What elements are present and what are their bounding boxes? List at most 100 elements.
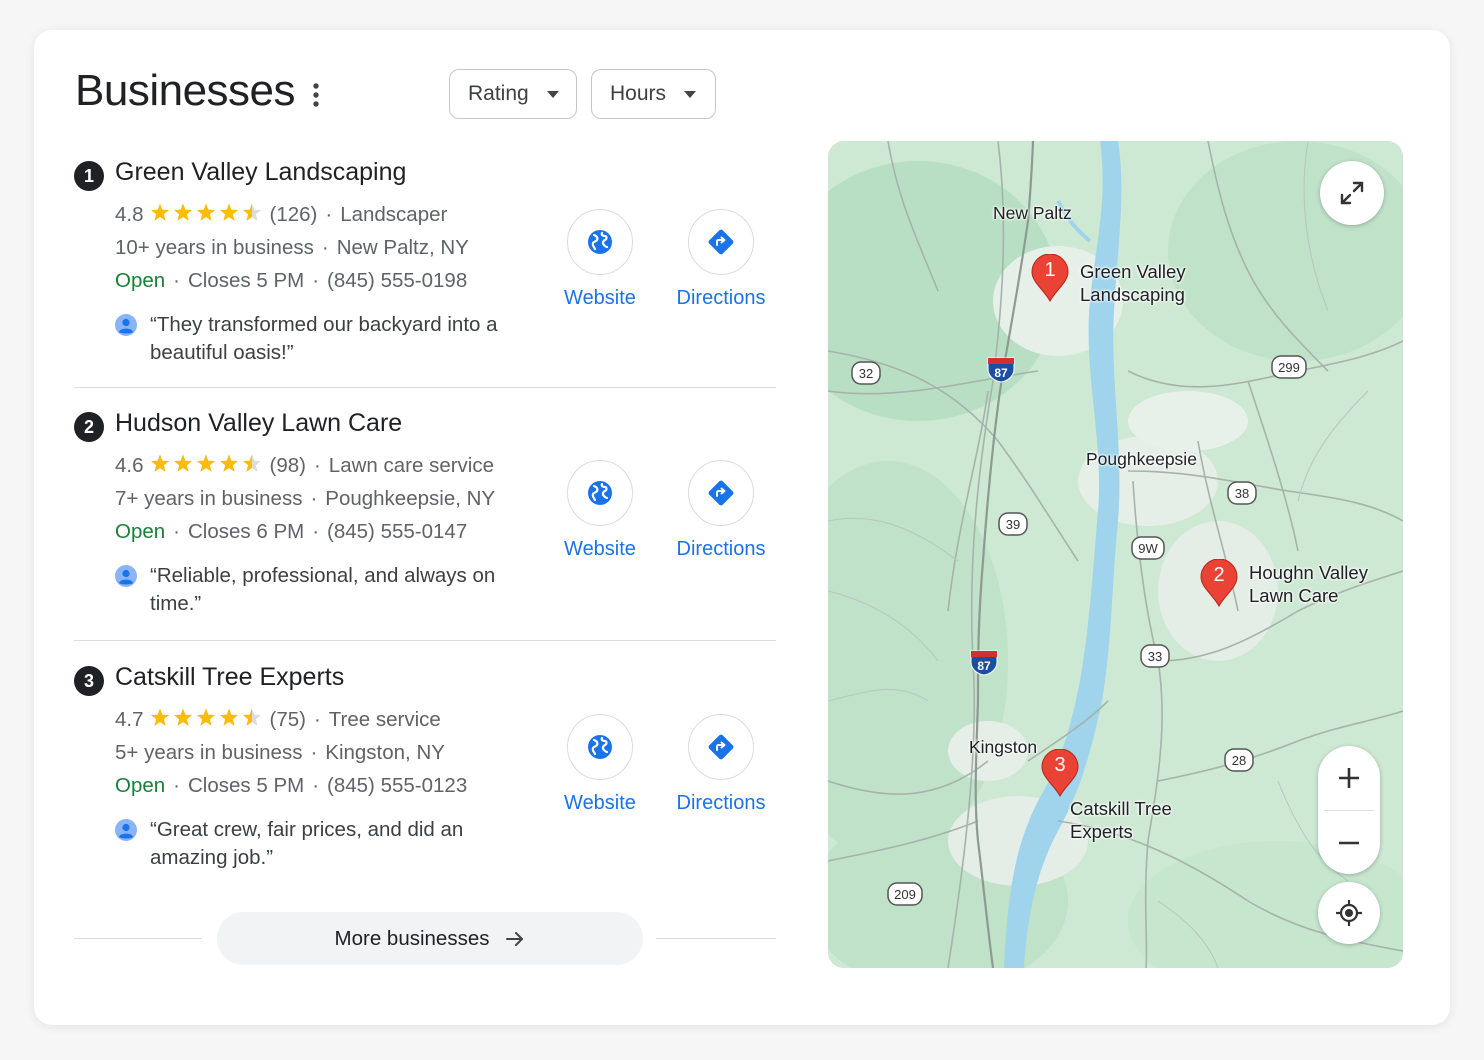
separator-dot: · — [312, 520, 320, 543]
map-pin-label-line: Catskill Tree — [1070, 798, 1172, 819]
route-33-label: 33 — [1148, 649, 1162, 664]
businesses-card: Businesses Rating Hours 1 Green Valley L… — [34, 30, 1450, 1025]
business-location: New Paltz, NY — [336, 236, 469, 259]
business-name[interactable]: Green Valley Landscaping — [115, 158, 406, 187]
my-location-icon — [1336, 900, 1362, 926]
separator-dot: · — [313, 708, 321, 731]
years-in-business: 10+ years in business — [115, 236, 314, 259]
map-pin-label: Catskill Tree Experts — [1070, 797, 1172, 843]
rating-value: 4.8 — [115, 203, 144, 226]
more-options-icon[interactable] — [306, 80, 326, 110]
star-filled — [150, 454, 169, 472]
star-filled — [219, 454, 238, 472]
map-pin-number: 1 — [1044, 259, 1056, 281]
business-category: Landscaper — [340, 203, 448, 226]
interstate-87-shield: 87 — [987, 357, 1015, 383]
route-38-shield: 38 — [1227, 481, 1257, 505]
route-9w-shield: 9W — [1131, 536, 1165, 560]
hours-filter[interactable]: Hours — [591, 69, 716, 119]
map-pin-number: 3 — [1054, 754, 1066, 776]
phone-number[interactable]: (845) 555-0198 — [327, 269, 467, 292]
my-location-button[interactable] — [1318, 882, 1380, 944]
rating-value: 4.6 — [115, 454, 144, 477]
business-location: Kingston, NY — [325, 741, 445, 764]
rating-filter-label: Rating — [468, 82, 529, 105]
separator-dot: · — [325, 203, 333, 226]
more-businesses-button[interactable]: More businesses — [217, 912, 643, 965]
star-rating-icon — [150, 454, 261, 472]
map-pin-label: Green Valley Landscaping — [1080, 260, 1186, 306]
zoom-out-button[interactable] — [1318, 811, 1380, 874]
map-pin-label-line: Houghn Valley — [1249, 562, 1368, 583]
reviewer-avatar-icon — [115, 565, 137, 587]
phone-number[interactable]: (845) 555-0123 — [327, 774, 467, 797]
interstate-87-label: 87 — [994, 366, 1008, 380]
directions-icon — [708, 734, 734, 760]
place-label-kingston: Kingston — [969, 737, 1038, 757]
divider — [656, 938, 776, 939]
website-button-circle — [567, 714, 633, 780]
separator-dot: · — [313, 454, 321, 477]
caret-down-icon — [546, 90, 559, 98]
directions-button[interactable]: Directions — [669, 209, 773, 310]
business-rating-line: 4.6 (98) · Lawn care service — [115, 454, 494, 478]
business-name[interactable]: Hudson Valley Lawn Care — [115, 409, 402, 438]
separator-dot: · — [312, 774, 320, 797]
fullscreen-button[interactable] — [1320, 161, 1384, 225]
divider — [74, 387, 776, 388]
separator-dot: · — [321, 236, 329, 259]
minus-icon — [1339, 841, 1359, 844]
directions-button[interactable]: Directions — [669, 714, 773, 815]
map-pin-3[interactable]: 3 — [1040, 748, 1080, 798]
route-299-label: 299 — [1278, 360, 1300, 375]
map-pin-2[interactable]: 2 — [1199, 558, 1239, 608]
route-32-shield: 32 — [851, 361, 881, 385]
open-status: Open — [115, 774, 166, 797]
review-snippet: “Reliable, professional, and always on t… — [150, 564, 496, 615]
website-label: Website — [564, 792, 636, 814]
website-button[interactable]: Website — [552, 460, 648, 561]
map-pin-label-line: Lawn Care — [1249, 585, 1339, 606]
website-button[interactable]: Website — [552, 714, 648, 815]
star-filled — [196, 454, 215, 472]
place-label-new-paltz: New Paltz — [993, 203, 1072, 223]
rating-filter[interactable]: Rating — [449, 69, 577, 119]
directions-icon — [708, 480, 734, 506]
business-category: Lawn care service — [328, 454, 495, 477]
review-count: (98) — [269, 454, 306, 477]
globe-icon — [588, 481, 612, 505]
star-filled — [196, 203, 215, 221]
globe-icon — [588, 735, 612, 759]
map-pin-label-line: Landscaping — [1080, 284, 1185, 305]
directions-button[interactable]: Directions — [669, 460, 773, 561]
business-name[interactable]: Catskill Tree Experts — [115, 663, 344, 692]
years-in-business: 7+ years in business — [115, 487, 303, 510]
directions-button-circle — [688, 460, 754, 526]
review-snippet: “Great crew, fair prices, and did an ama… — [150, 818, 464, 869]
separator-dot: · — [310, 487, 318, 510]
star-filled — [219, 203, 238, 221]
route-39-label: 39 — [1006, 517, 1020, 532]
map-pin-1[interactable]: 1 — [1030, 253, 1070, 303]
directions-icon — [708, 229, 734, 255]
zoom-in-button[interactable] — [1318, 746, 1380, 809]
separator-dot: · — [173, 269, 180, 292]
website-label: Website — [564, 538, 636, 560]
business-rating-line: 4.8 (126) · Landscaper — [115, 203, 447, 227]
route-9w-label: 9W — [1138, 541, 1158, 556]
reviewer-avatar-icon — [115, 819, 137, 841]
map-pin-number: 2 — [1213, 564, 1225, 586]
business-number-badge: 1 — [74, 161, 104, 191]
business-hours-line: Open · Closes 5 PM · (845) 555-0198 — [115, 269, 467, 293]
zoom-controls — [1318, 746, 1380, 874]
arrow-right-icon — [506, 931, 524, 946]
phone-number[interactable]: (845) 555-0147 — [327, 520, 467, 543]
website-button[interactable]: Website — [552, 209, 648, 310]
open-status: Open — [115, 269, 166, 292]
business-category: Tree service — [328, 708, 441, 731]
business-hours-line: Open · Closes 5 PM · (845) 555-0123 — [115, 774, 467, 798]
globe-icon — [588, 230, 612, 254]
star-filled — [150, 708, 169, 726]
interstate-87-shield: 87 — [970, 650, 998, 676]
map[interactable]: 32 87 299 38 39 9W 87 33 28 209 New Palt… — [828, 141, 1403, 968]
